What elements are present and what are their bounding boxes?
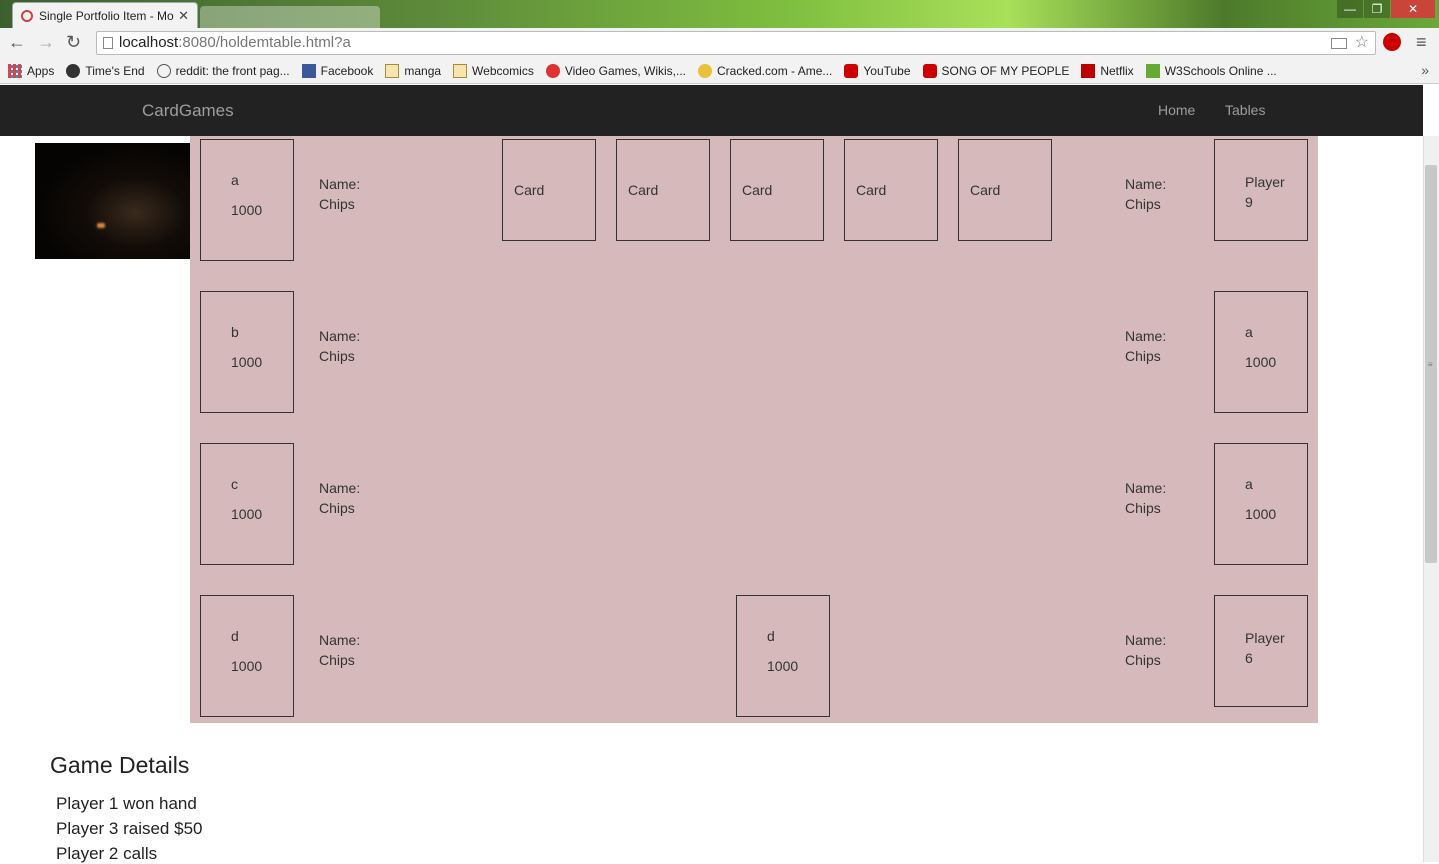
extension-icon[interactable] bbox=[1383, 33, 1401, 51]
player-info-right-4: Name: Chips bbox=[1125, 632, 1167, 668]
video-highlight bbox=[97, 223, 105, 228]
bookmark-webcomics[interactable]: Webcomics bbox=[453, 63, 534, 78]
seat-chips: 1000 bbox=[767, 658, 799, 674]
bookmark-video-games[interactable]: Video Games, Wikis,... bbox=[545, 63, 686, 78]
bookmark-icon bbox=[66, 63, 81, 78]
bookmark-w3schools[interactable]: W3Schools Online ... bbox=[1145, 63, 1277, 78]
community-card-5[interactable]: Card bbox=[958, 139, 1052, 241]
video-feed[interactable] bbox=[35, 143, 190, 259]
seat-4[interactable]: d 1000 bbox=[200, 595, 294, 717]
log-entry: Player 3 raised $50 bbox=[56, 819, 203, 838]
seat-chips: 1000 bbox=[1245, 506, 1277, 522]
camera-icon[interactable] bbox=[1331, 38, 1347, 49]
reload-icon[interactable]: ↻ bbox=[66, 32, 81, 53]
favicon-icon bbox=[21, 9, 33, 22]
folder-icon bbox=[385, 63, 400, 78]
player-info-right-1: Name: Chips bbox=[1125, 176, 1167, 212]
bookmark-song[interactable]: SONG OF MY PEOPLE bbox=[922, 63, 1069, 78]
log-entry: Player 1 won hand bbox=[56, 794, 197, 813]
tab-close-icon[interactable]: ✕ bbox=[178, 8, 189, 24]
seat-9[interactable]: Player 9 bbox=[1214, 139, 1308, 241]
bookmark-times-end[interactable]: Time's End bbox=[66, 63, 145, 78]
window-titlebar: Single Portfolio Item - Mo ✕ — ❐ ✕ bbox=[0, 0, 1439, 28]
w3schools-icon bbox=[1145, 63, 1160, 78]
seat-2[interactable]: b 1000 bbox=[200, 291, 294, 413]
seat-6[interactable]: Player 6 bbox=[1214, 595, 1308, 707]
url-host: localhost bbox=[119, 34, 179, 51]
cracked-icon bbox=[698, 63, 712, 78]
seat-3[interactable]: c 1000 bbox=[200, 443, 294, 565]
seat-1[interactable]: a 1000 bbox=[200, 139, 294, 261]
bookmarks-bar: Apps Time's End reddit: the front pag...… bbox=[0, 58, 1439, 84]
tab-active[interactable]: Single Portfolio Item - Mo ✕ bbox=[12, 2, 198, 28]
reddit-icon bbox=[156, 63, 171, 78]
seat-name: Player 9 bbox=[1245, 174, 1285, 210]
netflix-icon bbox=[1081, 63, 1096, 78]
bookmark-star-icon[interactable]: ☆ bbox=[1355, 32, 1369, 54]
community-card-4[interactable]: Card bbox=[844, 139, 938, 241]
bookmark-youtube[interactable]: YouTube bbox=[844, 63, 911, 78]
window-controls: — ❐ ✕ bbox=[1336, 0, 1435, 18]
browser-toolbar: ← → ↻ localhost:8080/holdemtable.html?a … bbox=[0, 28, 1439, 58]
seat-7[interactable]: a 1000 bbox=[1214, 443, 1308, 565]
maximize-icon[interactable]: ❐ bbox=[1364, 0, 1390, 18]
site-navbar: CardGames Home Tables bbox=[0, 85, 1423, 136]
bookmarks-more-icon[interactable]: » bbox=[1421, 62, 1429, 78]
seat-name: a bbox=[1245, 324, 1253, 340]
minimize-icon[interactable]: — bbox=[1337, 0, 1363, 18]
seat-8[interactable]: a 1000 bbox=[1214, 291, 1308, 413]
back-icon[interactable]: ← bbox=[8, 32, 26, 53]
seat-chips: 1000 bbox=[1245, 354, 1277, 370]
bookmark-facebook[interactable]: Facebook bbox=[301, 63, 373, 78]
seat-chips: 1000 bbox=[231, 506, 263, 522]
seat-chips: 1000 bbox=[231, 354, 263, 370]
bookmark-reddit[interactable]: reddit: the front pag... bbox=[156, 63, 290, 78]
wikia-icon bbox=[545, 63, 560, 78]
player-info-right-2: Name: Chips bbox=[1125, 328, 1167, 364]
player-info-left-1: Name: Chips bbox=[319, 176, 361, 212]
nav-tables[interactable]: Tables bbox=[1225, 102, 1265, 118]
seat-name: b bbox=[231, 324, 239, 340]
seat-name: a bbox=[231, 172, 239, 188]
scrollbar-grip-icon: ≡ bbox=[1428, 360, 1433, 369]
seat-name: d bbox=[767, 628, 775, 644]
menu-icon[interactable]: ≡ bbox=[1416, 32, 1427, 53]
brand-link[interactable]: CardGames bbox=[142, 101, 234, 121]
address-bar[interactable]: localhost:8080/holdemtable.html?a ☆ bbox=[96, 31, 1376, 55]
page-icon bbox=[103, 37, 113, 49]
tab-inactive[interactable] bbox=[200, 6, 380, 28]
url-path: :8080/holdemtable.html?a bbox=[178, 34, 351, 51]
youtube-icon bbox=[922, 63, 937, 78]
bookmark-netflix[interactable]: Netflix bbox=[1081, 63, 1134, 78]
seat-name: c bbox=[231, 476, 238, 492]
apps-grid-icon bbox=[8, 63, 22, 78]
forward-icon[interactable]: → bbox=[37, 32, 55, 53]
log-entry: Player 2 calls bbox=[56, 844, 158, 863]
bookmark-apps[interactable]: Apps bbox=[8, 63, 54, 78]
seat-name: a bbox=[1245, 476, 1253, 492]
folder-icon bbox=[453, 63, 468, 78]
seat-name: Player 6 bbox=[1245, 630, 1285, 666]
community-card-2[interactable]: Card bbox=[616, 139, 710, 241]
facebook-icon bbox=[301, 63, 316, 78]
bookmark-cracked[interactable]: Cracked.com - Ame... bbox=[698, 63, 832, 78]
bookmark-manga[interactable]: manga bbox=[385, 63, 441, 78]
seat-chips: 1000 bbox=[231, 658, 263, 674]
youtube-icon bbox=[844, 63, 859, 78]
player-info-left-2: Name: Chips bbox=[319, 328, 361, 364]
seat-chips: 1000 bbox=[231, 202, 263, 218]
seat-name: d bbox=[231, 628, 239, 644]
community-card-3[interactable]: Card bbox=[730, 139, 824, 241]
game-details-title: Game Details bbox=[50, 752, 190, 778]
window-close-icon[interactable]: ✕ bbox=[1391, 0, 1435, 18]
tab-title: Single Portfolio Item - Mo bbox=[39, 8, 174, 23]
community-card-1[interactable]: Card bbox=[502, 139, 596, 241]
player-info-right-3: Name: Chips bbox=[1125, 480, 1167, 516]
seat-5[interactable]: d 1000 bbox=[736, 595, 830, 717]
player-info-left-3: Name: Chips bbox=[319, 480, 361, 516]
player-info-left-4: Name: Chips bbox=[319, 632, 361, 668]
nav-home[interactable]: Home bbox=[1158, 102, 1195, 118]
